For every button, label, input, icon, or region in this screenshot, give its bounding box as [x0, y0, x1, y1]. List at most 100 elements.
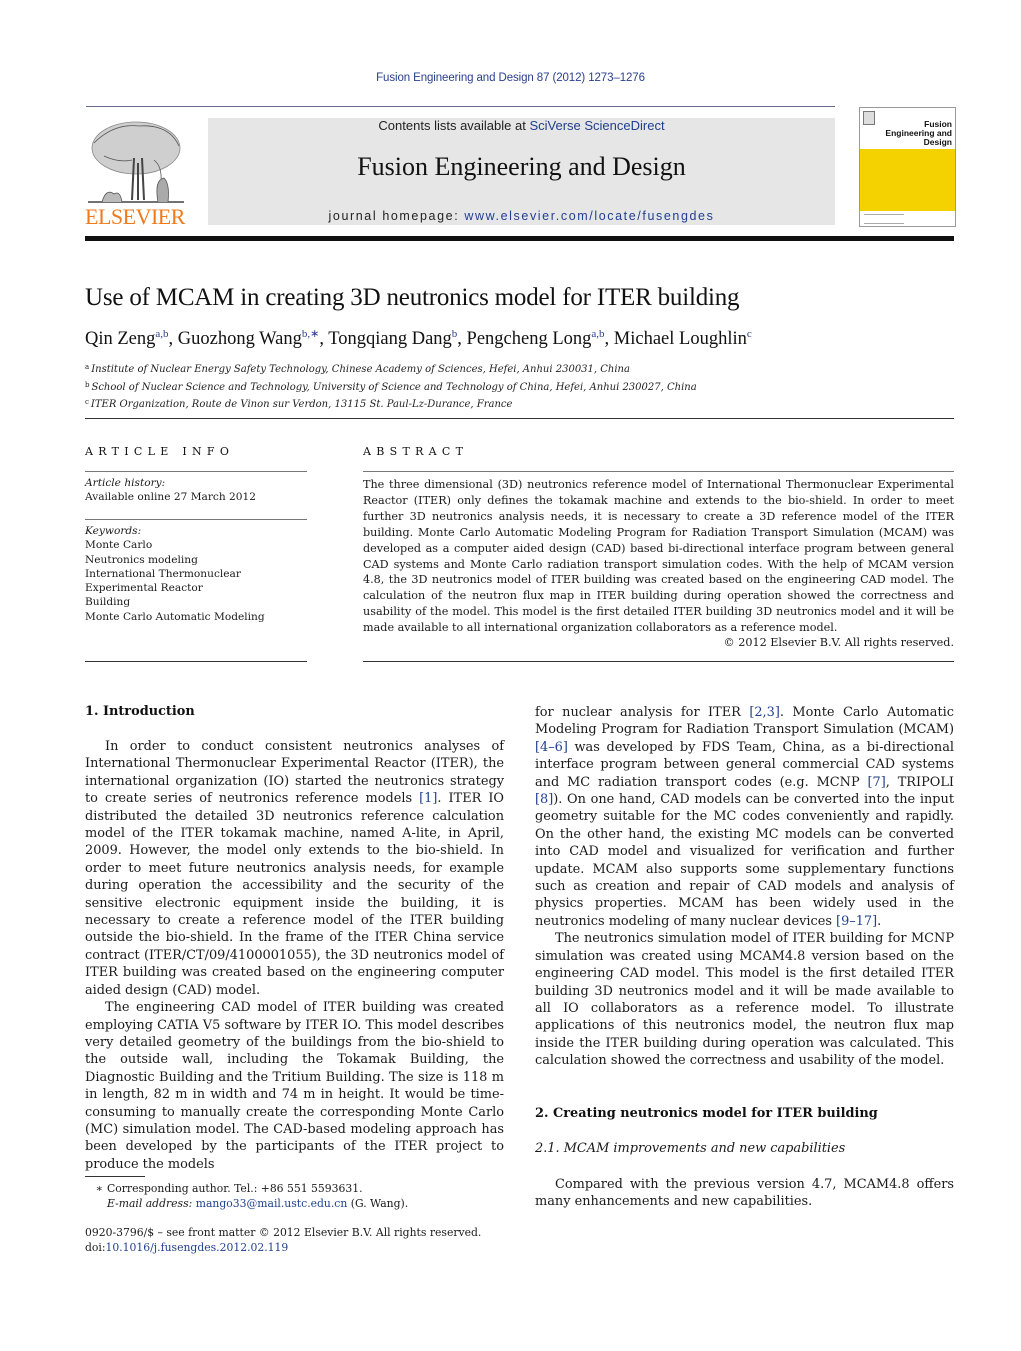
- cover-footer: [864, 214, 904, 224]
- keywords: Keywords: Monte Carlo Neutronics modelin…: [85, 524, 310, 624]
- footnote-star: ∗: [95, 1182, 103, 1195]
- citation-link[interactable]: [9–17]: [836, 914, 877, 929]
- author: Qin Zenga,b,: [85, 328, 178, 349]
- elsevier-tree-icon: [88, 121, 184, 203]
- paragraph: In order to conduct consistent neutronic…: [85, 738, 504, 999]
- keywords-label: Keywords:: [85, 525, 142, 537]
- author-list: Qin Zenga,b, Guozhong Wangb,∗, Tongqiang…: [85, 327, 752, 350]
- history-value: Available online 27 March 2012: [85, 491, 257, 504]
- affiliation: b School of Nuclear Science and Technolog…: [85, 378, 697, 396]
- text-run: ). On one hand, CAD models can be conver…: [535, 792, 954, 929]
- affiliation: c ITER Organization, Route de Vinon sur V…: [85, 395, 697, 413]
- divider: [85, 471, 307, 472]
- affiliation-text: Institute of Nuclear Energy Safety Techn…: [91, 364, 630, 375]
- keyword: Neutronics modeling: [85, 553, 198, 566]
- article-title: Use of MCAM in creating 3D neutronics mo…: [85, 284, 740, 311]
- email-line: E-mail address: mango33@mail.ustc.edu.cn…: [85, 1196, 504, 1211]
- author-separator: ,: [319, 329, 329, 349]
- cover-header: Fusion Engineering and Design: [860, 108, 955, 148]
- affiliation-divider: [85, 418, 954, 419]
- journal-cover-thumbnail[interactable]: Fusion Engineering and Design: [859, 107, 956, 227]
- footnote: ∗ Corresponding author. Tel.: +86 551 559…: [85, 1181, 504, 1211]
- header-thick-divider: [85, 236, 954, 241]
- cover-title: Fusion Engineering and Design: [885, 119, 952, 147]
- sciencedirect-link[interactable]: SciVerse ScienceDirect: [529, 118, 664, 133]
- journal-homepage-link[interactable]: www.elsevier.com/locate/fusengdes: [464, 209, 714, 223]
- subsection-heading-2-1: 2.1. MCAM improvements and new capabilit…: [535, 1141, 846, 1156]
- keyword: Monte Carlo Automatic Modeling: [85, 610, 265, 623]
- citation-link[interactable]: [1]: [419, 791, 437, 806]
- cover-emblem-icon: [863, 111, 875, 125]
- author-affil-link[interactable]: c: [747, 328, 752, 340]
- affiliation-text: ITER Organization, Route de Vinon sur Ve…: [90, 399, 513, 411]
- corresponding-author-note: ∗ Corresponding author. Tel.: +86 551 559…: [85, 1181, 504, 1196]
- abstract-heading: ABSTRACT: [363, 445, 469, 458]
- author: Michael Loughlinc: [614, 328, 752, 349]
- doi-line: doi:10.1016/j.fusengdes.2012.02.119: [85, 1240, 525, 1255]
- affiliations: a Institute of Nuclear Energy Safety Tech…: [85, 360, 697, 413]
- contents-prefix: Contents lists available at: [378, 118, 530, 133]
- journal-reference[interactable]: Fusion Engineering and Design 87 (2012) …: [0, 72, 1021, 84]
- affiliation-mark: a: [85, 363, 90, 371]
- citation-link[interactable]: [2,3]: [749, 705, 780, 720]
- header-divider: [86, 106, 835, 107]
- author: Tongqiang Dangb,: [328, 328, 467, 349]
- article-history: Article history: Available online 27 Mar…: [85, 476, 310, 505]
- body-column-right-continued: Compared with the previous version 4.7, …: [535, 1176, 954, 1211]
- author-name: Pengcheng Long: [466, 329, 592, 349]
- email-link[interactable]: mango33@mail.ustc.edu.cn: [196, 1197, 348, 1210]
- author-name: Tongqiang Dang: [328, 329, 452, 349]
- author-separator: ,: [457, 329, 467, 349]
- abstract-text: The three dimensional (3D) neutronics re…: [363, 478, 954, 635]
- body-column-left: In order to conduct consistent neutronic…: [85, 738, 504, 1173]
- citation-link[interactable]: [8]: [535, 792, 553, 807]
- elsevier-wordmark: ELSEVIER: [85, 204, 185, 229]
- keyword: Building: [85, 596, 131, 609]
- text-run: The neutronics simulation model of ITER …: [535, 931, 954, 1069]
- author: Guozhong Wangb,∗,: [177, 328, 329, 349]
- section-heading-introduction: 1. Introduction: [85, 704, 195, 719]
- affiliation-mark: b: [85, 380, 90, 389]
- body-column-right: for nuclear analysis for ITER [2,3]. Mon…: [535, 704, 954, 1070]
- author: Pengcheng Longa,b,: [466, 328, 614, 349]
- text-run: for nuclear analysis for ITER: [535, 705, 750, 720]
- author-affil-link[interactable]: a,b: [155, 328, 168, 340]
- contents-line: Contents lists available at SciVerse Sci…: [208, 118, 835, 133]
- doi-link[interactable]: 10.1016/j.fusengdes.2012.02.119: [106, 1241, 289, 1254]
- journal-banner: Contents lists available at SciVerse Sci…: [208, 118, 835, 225]
- divider: [363, 661, 954, 662]
- paragraph: The neutronics simulation model of ITER …: [535, 930, 954, 1069]
- author-affil-link[interactable]: b,∗: [302, 328, 319, 340]
- author-separator: ,: [604, 329, 614, 349]
- paragraph: Compared with the previous version 4.7, …: [535, 1177, 954, 1210]
- affiliation-mark: c: [85, 398, 89, 407]
- divider: [85, 661, 307, 662]
- paragraph: for nuclear analysis for ITER [2,3]. Mon…: [535, 704, 954, 930]
- email-suffix: (G. Wang).: [347, 1197, 409, 1210]
- citation-link[interactable]: [7]: [867, 775, 885, 790]
- history-label: Article history:: [85, 477, 166, 489]
- text-run: , TRIPOLI: [885, 774, 954, 790]
- text-run: The engineering CAD model of ITER buildi…: [85, 1000, 504, 1172]
- corresponding-text: Corresponding author. Tel.: +86 551 5593…: [107, 1182, 363, 1195]
- author-affil-link[interactable]: a,b: [591, 328, 604, 340]
- email-label: E-mail address:: [107, 1197, 193, 1210]
- issn-line: 0920-3796/$ – see front matter © 2012 El…: [85, 1226, 482, 1239]
- elsevier-logo: ELSEVIER: [84, 118, 186, 230]
- divider: [363, 471, 954, 472]
- text-run: .: [877, 913, 882, 929]
- author-name: Qin Zeng: [85, 329, 156, 349]
- footnote-divider: [85, 1176, 145, 1177]
- affiliation-text: School of Nuclear Science and Technology…: [91, 381, 697, 393]
- citation-link[interactable]: [4–6]: [535, 740, 568, 755]
- author-separator: ,: [168, 329, 178, 349]
- journal-title: Fusion Engineering and Design: [357, 152, 686, 181]
- keyword: Monte Carlo: [85, 539, 153, 552]
- homepage-prefix: journal homepage:: [328, 209, 465, 223]
- abstract-copyright: © 2012 Elsevier B.V. All rights reserved…: [723, 636, 954, 649]
- front-matter: 0920-3796/$ – see front matter © 2012 El…: [85, 1225, 525, 1255]
- cover-yellow-panel: [860, 149, 955, 211]
- author-name: Guozhong Wang: [177, 329, 302, 349]
- text-run: . ITER IO distributed the detailed 3D ne…: [85, 791, 505, 998]
- article-info-heading: ARTICLE INFO: [85, 445, 235, 458]
